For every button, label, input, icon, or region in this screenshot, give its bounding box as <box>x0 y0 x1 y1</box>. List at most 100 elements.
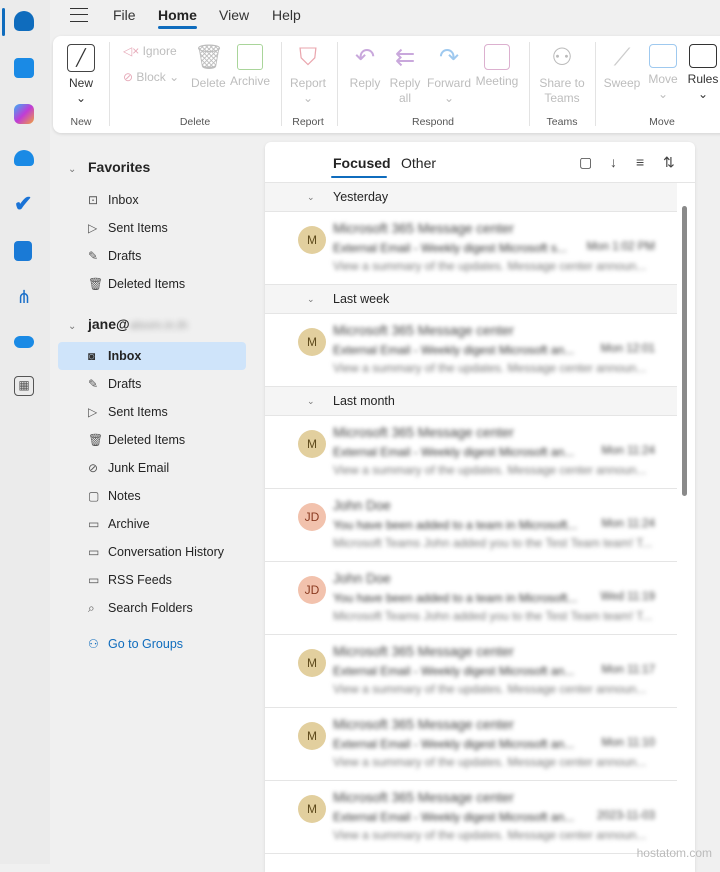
message-list-header: Focused Other ▢ ↓ ≡ ⇅ <box>265 142 695 183</box>
sort-icon[interactable]: ⇅ <box>663 154 675 171</box>
people-icon[interactable] <box>14 150 34 166</box>
preview: View a summary of the updates. Message c… <box>333 755 647 769</box>
favorites-header[interactable]: ⌄ Favorites <box>68 159 150 175</box>
new-button[interactable]: ╱ New ⌄ <box>63 44 99 106</box>
folder-icon: ▭ <box>88 573 100 587</box>
folder-archive[interactable]: ▭ Archive <box>58 510 246 538</box>
group-header[interactable]: ⌄ Last month <box>265 387 677 416</box>
report-button[interactable]: ⛉ Report ⌄ <box>287 44 329 106</box>
share-to-teams-button[interactable]: ⚇ Share to Teams <box>535 44 589 106</box>
onenote-icon[interactable] <box>14 241 32 261</box>
favorite-deleted-items[interactable]: 🗑 Deleted Items <box>58 270 246 298</box>
filter-icon[interactable]: ≡ <box>636 154 644 170</box>
folder-conversation-history[interactable]: ▭ Conversation History <box>58 538 246 566</box>
go-to-groups-link[interactable]: ⚇ Go to Groups <box>58 630 246 658</box>
meeting-icon <box>484 44 510 70</box>
group-label-delete: Delete <box>179 116 211 128</box>
group-label: Last month <box>333 394 395 408</box>
jump-to-icon[interactable]: ↓ <box>610 154 617 170</box>
group-label-move: Move <box>649 116 675 128</box>
org-explorer-icon[interactable]: ⋔ <box>14 287 34 307</box>
message-row[interactable]: M Microsoft 365 Message center External … <box>265 635 677 708</box>
reply-all-button[interactable]: ⇇ Reply all <box>387 44 423 106</box>
archive-button[interactable]: Archive <box>229 44 271 89</box>
send-icon: ▷ <box>88 405 98 419</box>
search-folder-icon: ⌕ <box>88 601 95 615</box>
folder-rss-feeds[interactable]: ▭ RSS Feeds <box>58 566 246 594</box>
folder-deleted-items[interactable]: 🗑 Deleted Items <box>58 426 246 454</box>
mail-icon[interactable] <box>14 11 34 31</box>
tab-focused[interactable]: Focused <box>331 155 391 178</box>
ignore-button[interactable]: ◁× Ignore <box>123 44 177 59</box>
move-button[interactable]: Move ⌄ <box>644 44 682 102</box>
received-time: Mon 12:01 <box>600 343 655 355</box>
reply-button[interactable]: ↶ Reply <box>347 44 383 91</box>
tab-view[interactable]: View <box>219 7 249 23</box>
preview: Microsoft Teams John added you to the Te… <box>333 536 653 550</box>
message-row[interactable]: M Microsoft 365 Message center External … <box>265 314 677 387</box>
group-header[interactable]: ⌄ Yesterday <box>265 183 677 212</box>
subject: External Email - Weekly digest Microsoft… <box>333 445 575 459</box>
groups-icon: ⚇ <box>88 637 99 651</box>
received-time: Mon 1:02 PM <box>586 241 655 253</box>
message-row[interactable]: M Microsoft 365 Message center External … <box>265 708 677 781</box>
trash-icon: 🗑 <box>88 433 104 447</box>
tab-other[interactable]: Other <box>401 155 436 171</box>
app-rail: ✔ ⋔ ▦ <box>0 0 50 864</box>
tab-home[interactable]: Home <box>158 7 197 29</box>
folder-notes[interactable]: ▢ Notes <box>58 482 246 510</box>
received-time: 2023-11-03 <box>597 810 655 822</box>
onedrive-icon[interactable] <box>14 336 34 348</box>
group-label-respond: Respond <box>411 116 455 128</box>
preview: View a summary of the updates. Message c… <box>333 361 647 375</box>
sweep-button[interactable]: ⟋ Sweep <box>603 44 641 91</box>
message-row[interactable]: M Microsoft 365 Message center External … <box>265 781 677 854</box>
hamburger-menu-icon[interactable] <box>70 8 88 22</box>
message-row[interactable]: M Microsoft 365 Message center External … <box>265 212 677 285</box>
preview: Microsoft Teams John added you to the Te… <box>333 609 653 623</box>
reply-icon: ↶ <box>354 44 376 71</box>
move-folder-icon <box>649 44 677 68</box>
send-icon: ▷ <box>88 221 98 235</box>
favorite-drafts[interactable]: ✎ Drafts <box>58 242 246 270</box>
message-row[interactable]: JD John Doe You have been added to a tea… <box>265 489 677 562</box>
delete-button[interactable]: 🗑 Delete <box>191 44 226 91</box>
account-header[interactable]: ⌄ jane@alsom.in.th <box>68 316 188 332</box>
folder-drafts[interactable]: ✎ Drafts <box>58 370 246 398</box>
group-label-report: Report <box>292 116 324 128</box>
sender: Microsoft 365 Message center <box>333 644 514 659</box>
sender: Microsoft 365 Message center <box>333 425 514 440</box>
junk-icon: ⊘ <box>88 461 99 475</box>
folder-inbox[interactable]: ◙ Inbox <box>58 342 246 370</box>
favorite-inbox[interactable]: ⊡ Inbox <box>58 186 246 214</box>
favorite-sent-items[interactable]: ▷ Sent Items <box>58 214 246 242</box>
note-icon: ▢ <box>88 489 100 503</box>
block-button[interactable]: ⊘ Block ⌄ <box>123 70 179 85</box>
folder-junk-email[interactable]: ⊘ Junk Email <box>58 454 246 482</box>
meeting-button[interactable]: Meeting <box>473 44 521 89</box>
folder-sent-items[interactable]: ▷ Sent Items <box>58 398 246 426</box>
copilot-icon[interactable] <box>14 104 34 124</box>
forward-button[interactable]: ↷ Forward ⌄ <box>426 44 472 106</box>
select-icon[interactable]: ▢ <box>579 154 592 171</box>
tab-help[interactable]: Help <box>272 7 301 23</box>
forward-icon: ↷ <box>438 44 460 71</box>
message-row[interactable]: JD John Doe You have been added to a tea… <box>265 562 677 635</box>
sender: Microsoft 365 Message center <box>333 790 514 805</box>
active-indicator <box>2 8 5 36</box>
preview: View a summary of the updates. Message c… <box>333 682 647 696</box>
todo-icon[interactable]: ✔ <box>14 193 34 215</box>
scrollbar[interactable] <box>682 206 687 496</box>
folder-search-folders[interactable]: ⌕ Search Folders <box>58 594 246 622</box>
calendar-icon[interactable] <box>14 58 34 78</box>
tab-file[interactable]: File <box>113 7 136 23</box>
group-label: Last week <box>333 292 390 306</box>
more-apps-icon[interactable]: ▦ <box>14 376 34 396</box>
archive-icon <box>237 44 263 70</box>
subject: External Email - Weekly digest Microsoft… <box>333 737 575 751</box>
subject: External Email - Weekly digest Microsoft… <box>333 343 575 357</box>
message-row[interactable]: M Microsoft 365 Message center External … <box>265 416 677 489</box>
rules-button[interactable]: Rules ⌄ <box>685 44 720 102</box>
message-list: Focused Other ▢ ↓ ≡ ⇅ ⌄ Yesterday M Micros… <box>265 142 695 872</box>
group-header[interactable]: ⌄ Last week <box>265 285 677 314</box>
